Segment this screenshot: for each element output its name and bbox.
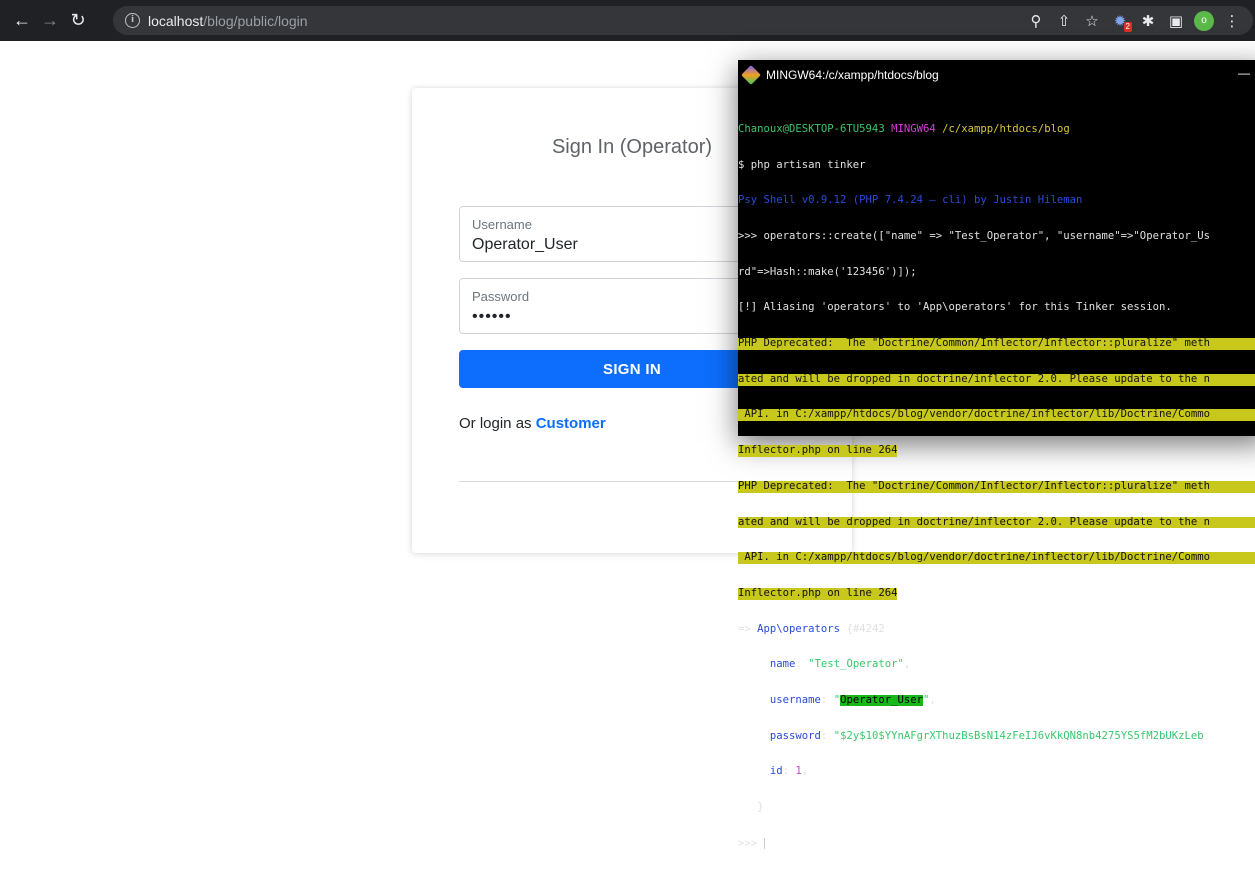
terminal-line: rd"=>Hash::make('123456')]); [738, 266, 917, 278]
terminal-line: [!] Aliasing 'operators' to 'App\operato… [738, 302, 1172, 314]
terminal-title: MINGW64:/c/xampp/htdocs/blog [766, 68, 939, 82]
terminal-line: => App\operators {#4242 [738, 623, 885, 635]
terminal-line: $ php artisan tinker [738, 159, 866, 171]
terminal-cursor [763, 837, 765, 849]
terminal-line: PHP Deprecated: The "Doctrine/Common/Inf… [738, 480, 1255, 493]
info-icon[interactable]: i [125, 13, 140, 28]
terminal-line: API. in C:/xampp/htdocs/blog/vendor/doct… [738, 552, 1255, 565]
terminal-output[interactable]: Chanoux@DESKTOP-6TU5943 MINGW64 /c/xampp… [738, 100, 1255, 874]
terminal-line: } [738, 802, 764, 814]
url-path: /blog/public/login [203, 12, 308, 29]
url-host: localhost [148, 12, 204, 29]
terminal-titlebar[interactable]: MINGW64:/c/xampp/htdocs/blog — [738, 60, 1255, 90]
alt-login: Or login as Customer [459, 415, 606, 432]
terminal-window[interactable]: MINGW64:/c/xampp/htdocs/blog — Chanoux@D… [738, 60, 1255, 849]
avatar: o [1194, 10, 1214, 31]
key-icon[interactable]: ⚲ [1023, 8, 1049, 34]
terminal-line: API. in C:/xampp/htdocs/blog/vendor/doct… [738, 409, 1255, 422]
terminal-line: >>> operators::create(["name" => "Test_O… [738, 230, 1210, 242]
minimize-icon[interactable]: — [1238, 66, 1250, 80]
terminal-line: username: "Operator_User", [769, 695, 936, 707]
extension-badge: 2 [1123, 21, 1132, 32]
puzzle-icon[interactable]: ✱ [1135, 8, 1161, 34]
profile-avatar[interactable]: o [1191, 8, 1217, 34]
terminal-line: ated and will be dropped in doctrine/inf… [738, 516, 1255, 529]
reload-icon[interactable]: ↻ [64, 7, 92, 35]
terminal-line: name: "Test_Operator", [769, 659, 911, 671]
alt-login-prefix: Or login as [459, 415, 536, 432]
sidepanel-icon[interactable]: ▣ [1163, 8, 1189, 34]
browser-toolbar: ← → ↻ i localhost/blog/public/login ⚲ ⇧ … [0, 0, 1255, 41]
terminal-line: Inflector.php on line 264 [738, 587, 898, 600]
back-icon[interactable]: ← [8, 7, 36, 35]
share-icon[interactable]: ⇧ [1051, 8, 1077, 34]
menu-icon[interactable]: ⋮ [1219, 8, 1245, 34]
forward-icon[interactable]: → [36, 7, 64, 35]
customer-login-link[interactable]: Customer [536, 415, 606, 432]
terminal-line: Psy Shell v0.9.12 (PHP 7.4.24 — cli) by … [738, 195, 1083, 207]
terminal-line: Chanoux@DESKTOP-6TU5943 MINGW64 /c/xampp… [738, 123, 1070, 135]
terminal-prompt-line[interactable]: >>> [738, 837, 1255, 850]
terminal-line: id: 1, [769, 766, 809, 778]
terminal-line: password: "$2y$10$YYnAFgrXThuzBsBsN14zFe… [769, 730, 1204, 742]
star-icon[interactable]: ☆ [1079, 8, 1105, 34]
terminal-line: Inflector.php on line 264 [738, 445, 898, 458]
terminal-line: PHP Deprecated: The "Doctrine/Common/Inf… [738, 338, 1255, 350]
terminal-line: ated and will be dropped in doctrine/inf… [738, 373, 1255, 386]
git-logo-icon [741, 65, 761, 85]
extension-icon[interactable]: ✹ 2 [1107, 8, 1133, 34]
